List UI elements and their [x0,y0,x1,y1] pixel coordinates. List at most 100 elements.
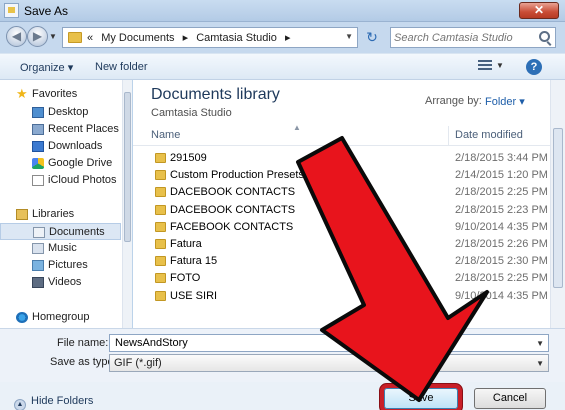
file-name-field[interactable]: ▼ [109,334,549,352]
forward-button[interactable]: ▶ [27,26,48,47]
column-name[interactable]: Name [151,129,180,141]
breadcrumb-my-documents[interactable]: My Documents [101,32,174,44]
nav-libraries-label: Libraries [32,208,75,220]
folder-icon [155,204,166,215]
breadcrumb: « My Documents ▸ Camtasia Studio ▸ [87,31,296,44]
column-divider[interactable] [448,126,449,146]
navigation-scrollbar-thumb[interactable] [124,92,131,242]
list-item[interactable]: USE SIRI 9/10/2014 4:35 PM [133,288,551,305]
dialog-footer: ▲ Hide Folders Save Cancel [0,382,565,410]
column-date-modified[interactable]: Date modified [455,129,523,141]
column-header: ▲ Name Date modified [133,123,551,146]
nav-favorites-label: Favorites [32,88,78,100]
file-name: FACEBOOK CONTACTS [170,220,294,233]
new-folder-button[interactable]: New folder [95,61,148,73]
list-item[interactable]: FOTO 2/18/2015 2:25 PM [133,270,551,287]
address-dropdown-icon[interactable]: ▼ [345,32,353,41]
nav-item-icloud-photos[interactable]: iCloud Photos [0,172,121,189]
save-button[interactable]: Save [384,388,458,409]
downloads-icon [32,141,44,152]
navigation-scrollbar[interactable] [122,80,132,328]
folder-icon [68,32,82,43]
cancel-button[interactable]: Cancel [474,388,546,409]
list-item[interactable]: 291509 2/18/2015 3:44 PM [133,150,551,167]
back-button[interactable]: ◀ [6,26,27,47]
address-bar[interactable]: « My Documents ▸ Camtasia Studio ▸ ▼ [62,27,358,48]
address-row: ◀ ▶ ▼ « My Documents ▸ Camtasia Studio ▸… [0,22,565,53]
file-name-input[interactable] [110,335,530,351]
search-icon[interactable] [539,31,550,42]
file-list-scrollbar-thumb[interactable] [553,128,563,288]
file-name: Fatura 15 [170,255,218,268]
save-dialog-icon [4,3,19,18]
nav-item-videos[interactable]: Videos [0,274,121,291]
folder-icon [155,290,166,301]
save-options-panel: File name: ▼ Save as type: GIF (*.gif) ▼ [0,328,565,382]
nav-item-label: Google Drive [48,157,113,169]
folder-icon [155,256,166,267]
file-date: 2/18/2015 2:25 PM [455,186,548,199]
google-drive-icon [32,158,44,169]
file-date: 2/18/2015 2:23 PM [455,203,548,216]
search-input[interactable] [394,30,534,45]
breadcrumb-separator[interactable]: ▸ [183,32,189,44]
nav-item-label: Music [48,242,77,254]
search-box[interactable] [390,27,556,48]
list-item[interactable]: DACEBOOK CONTACTS 2/18/2015 2:23 PM [133,202,551,219]
nav-favorites[interactable]: ★ Favorites [0,86,121,103]
desktop-icon [32,107,44,118]
close-button[interactable]: ✕ [519,2,559,19]
nav-homegroup[interactable]: Homegroup [0,309,121,326]
organize-button[interactable]: Organize ▾ [20,61,73,74]
folder-icon [155,153,166,163]
videos-icon [32,277,44,288]
breadcrumb-overflow[interactable]: « [87,32,93,44]
nav-item-downloads[interactable]: Downloads [0,138,121,155]
navigation-pane: ★ Favorites Desktop Recent Places Downlo… [0,80,132,328]
nav-item-documents[interactable]: Documents [0,223,121,240]
library-subtitle: Camtasia Studio [151,107,232,119]
nav-item-recent-places[interactable]: Recent Places [0,121,121,138]
folder-icon [155,221,166,232]
file-date: 2/18/2015 2:25 PM [455,272,548,285]
file-date: 2/18/2015 3:44 PM [455,152,548,164]
arrange-by-dropdown[interactable]: Folder ▾ [485,95,525,108]
save-as-type-value: GIF (*.gif) [114,357,162,369]
folder-icon [155,273,166,284]
file-date: 2/18/2015 2:30 PM [455,255,548,268]
nav-item-label: Desktop [48,106,89,118]
file-name-dropdown-icon[interactable]: ▼ [536,339,544,348]
nav-libraries[interactable]: Libraries [0,206,121,223]
sort-ascending-icon: ▲ [293,123,301,132]
save-as-type-dropdown-icon[interactable]: ▼ [536,359,544,368]
list-item[interactable]: Fatura 15 2/18/2015 2:30 PM [133,253,551,270]
nav-item-music[interactable]: Music [0,240,121,257]
file-name: DACEBOOK CONTACTS [170,186,296,199]
view-options-icon[interactable] [478,60,492,72]
file-name: 291509 [170,152,207,164]
file-list-scrollbar[interactable] [550,80,565,328]
save-as-type-select[interactable]: GIF (*.gif) ▼ [109,354,549,372]
nav-item-desktop[interactable]: Desktop [0,104,121,121]
view-dropdown-icon[interactable]: ▼ [496,61,504,70]
nav-item-pictures[interactable]: Pictures [0,257,121,274]
breadcrumb-separator[interactable]: ▸ [285,32,291,44]
hide-folders-button[interactable]: ▲ Hide Folders [14,395,93,410]
file-date: 9/10/2014 4:35 PM [455,220,548,233]
list-item[interactable]: Fatura 2/18/2015 2:26 PM [133,236,551,253]
nav-item-google-drive[interactable]: Google Drive [0,155,121,172]
list-item[interactable]: FACEBOOK CONTACTS 9/10/2014 4:35 PM [133,219,551,236]
refresh-icon[interactable]: ↻ [362,28,382,47]
file-date: 9/10/2014 4:35 PM [455,289,548,302]
help-icon[interactable]: ? [526,59,542,75]
folder-icon [155,170,166,181]
libraries-icon [16,209,28,220]
recent-locations-dropdown-icon[interactable]: ▼ [49,32,57,41]
list-item[interactable]: Custom Production Presets 8.0 2/14/2015 1… [133,167,551,184]
nav-item-label: Downloads [48,140,103,152]
documents-icon [33,227,45,238]
nav-item-label: Videos [48,276,82,288]
list-item[interactable]: DACEBOOK CONTACTS 2/18/2015 2:25 PM [133,184,551,201]
breadcrumb-camtasia-studio[interactable]: Camtasia Studio [196,32,277,44]
file-name-label: File name: [57,337,109,349]
